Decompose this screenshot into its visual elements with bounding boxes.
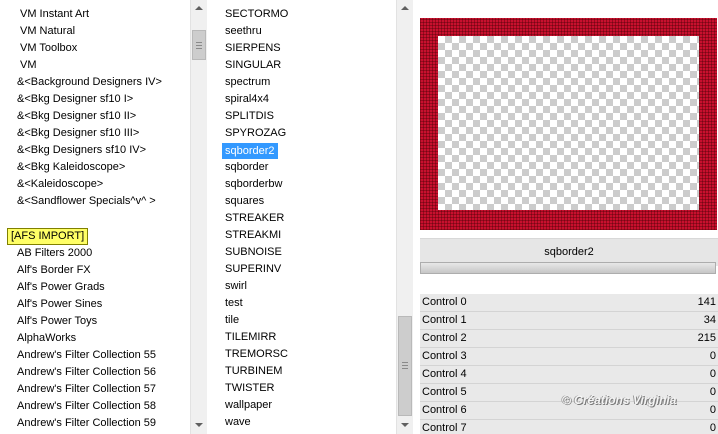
control-label: Control 1	[422, 314, 467, 326]
preview-progress-fill	[421, 263, 715, 273]
category-item[interactable]: VM Toolbox	[20, 40, 77, 57]
category-item[interactable]: AB Filters 2000	[17, 245, 92, 262]
control-row[interactable]: Control 7 0	[420, 420, 718, 434]
control-value[interactable]: 215	[698, 332, 716, 344]
control-value[interactable]: 141	[698, 296, 716, 308]
category-item[interactable]: &<Bkg Designer sf10 I>	[17, 91, 133, 108]
control-row[interactable]: Control 1 34	[420, 312, 718, 330]
category-scrollbar[interactable]	[190, 0, 207, 434]
filter-item[interactable]: SINGULAR	[225, 57, 281, 74]
preview-title: sqborder2	[544, 246, 594, 258]
category-item[interactable]: VM	[20, 57, 37, 74]
chevron-down-icon	[195, 423, 203, 427]
grip-line	[196, 45, 202, 46]
filter-scroll-down-button[interactable]	[397, 417, 413, 434]
filter-item[interactable]: tile	[225, 312, 239, 329]
category-item[interactable]: Andrew's Filter Collection 55	[17, 347, 156, 364]
category-item[interactable]: AlphaWorks	[17, 330, 76, 347]
category-item[interactable]: VM Natural	[20, 23, 75, 40]
controls-panel: Control 0 141 Control 1 34 Control 2 215 Contr…	[420, 294, 718, 434]
filter-item[interactable]: TREMORSC	[225, 346, 288, 363]
category-scroll-up-button[interactable]	[191, 0, 207, 17]
filter-item[interactable]: seethru	[225, 23, 262, 40]
control-row[interactable]: Control 3 0	[420, 348, 718, 366]
category-item[interactable]: &<Bkg Designers sf10 IV>	[17, 142, 146, 159]
control-label: Control 0	[422, 296, 467, 308]
control-label: Control 6	[422, 404, 467, 416]
category-item[interactable]: &<Bkg Kaleidoscope>	[17, 159, 125, 176]
category-item[interactable]: Andrew's Filter Collection 57	[17, 381, 156, 398]
category-item[interactable]: Alf's Border FX	[17, 262, 91, 279]
chevron-up-icon	[401, 6, 409, 10]
filter-item[interactable]: STREAKMI	[225, 227, 281, 244]
category-item[interactable]: VM Instant Art	[20, 6, 89, 23]
preview-image	[420, 18, 717, 230]
filter-item[interactable]: TURBINEM	[225, 363, 282, 380]
category-item[interactable]: &<Bkg Designer sf10 II>	[17, 108, 136, 125]
control-row[interactable]: Control 4 0	[420, 366, 718, 384]
category-item[interactable]: Andrew's Filter Collection 56	[17, 364, 156, 381]
filter-item[interactable]: SPYROZAG	[225, 125, 286, 142]
filter-item[interactable]: TILEMIRR	[225, 329, 276, 346]
category-item[interactable]: &<Bkg Designer sf10 III>	[17, 125, 139, 142]
category-item[interactable]: &<Kaleidoscope>	[17, 176, 103, 193]
filter-item[interactable]: SPLITDIS	[225, 108, 274, 125]
category-item[interactable]: Andrew's Filter Collection 59	[17, 415, 156, 432]
control-value[interactable]: 0	[710, 404, 716, 416]
control-row[interactable]: Control 0 141	[420, 294, 718, 312]
control-value[interactable]: 0	[710, 386, 716, 398]
category-item[interactable]: &<Sandflower Specials^v^ >	[17, 193, 156, 210]
control-label: Control 3	[422, 350, 467, 362]
category-item[interactable]: Alf's Power Sines	[17, 296, 102, 313]
category-item[interactable]: [AFS IMPORT]	[7, 228, 89, 245]
filter-item[interactable]: TWISTER	[225, 380, 275, 397]
filter-item[interactable]: swirl	[225, 278, 247, 295]
filter-item[interactable]: SECTORMO	[225, 6, 288, 23]
filter-item[interactable]: STREAKER	[225, 210, 284, 227]
grip-line	[196, 42, 202, 43]
control-value[interactable]: 34	[704, 314, 716, 326]
filter-list-panel: SECTORMO seethru SIERPENS SINGULAR spectrum s…	[213, 0, 413, 434]
filter-item[interactable]: sqborder	[225, 159, 268, 176]
filter-item[interactable]: sqborderbw	[225, 176, 282, 193]
category-list-panel: VM Instant Art VM Natural VM Toolbox VM &<Ba…	[0, 0, 210, 434]
preview-progress-bar	[420, 262, 716, 274]
category-scroll-down-button[interactable]	[191, 417, 207, 434]
control-label: Control 2	[422, 332, 467, 344]
grip-line	[402, 368, 408, 369]
filter-item[interactable]: wallpaper	[225, 397, 272, 414]
control-label: Control 5	[422, 386, 467, 398]
control-row[interactable]: Control 2 215	[420, 330, 718, 348]
watermark: © Créations Virginia	[562, 393, 677, 407]
category-item[interactable]: Andrew's Filter Collection 58	[17, 398, 156, 415]
filter-item[interactable]: spectrum	[225, 74, 270, 91]
filter-item[interactable]: spiral4x4	[225, 91, 269, 108]
category-item[interactable]: &<Background Designers IV>	[17, 74, 162, 91]
filter-item[interactable]: SUBNOISE	[225, 244, 282, 261]
filter-item[interactable]: SUPERINV	[225, 261, 281, 278]
grip-line	[402, 365, 408, 366]
filter-scroll-up-button[interactable]	[397, 0, 413, 17]
filter-item[interactable]: sqborder2	[222, 143, 278, 159]
chevron-up-icon	[195, 6, 203, 10]
control-label: Control 7	[422, 422, 467, 434]
control-value[interactable]: 0	[710, 422, 716, 434]
control-value[interactable]: 0	[710, 350, 716, 362]
control-value[interactable]: 0	[710, 368, 716, 380]
control-label: Control 4	[422, 368, 467, 380]
chevron-down-icon	[401, 423, 409, 427]
filter-scroll-thumb[interactable]	[398, 316, 412, 416]
filter-item[interactable]: SIERPENS	[225, 40, 281, 57]
category-scroll-thumb[interactable]	[192, 30, 206, 60]
filter-item[interactable]: squares	[225, 193, 264, 210]
category-item[interactable]: Alf's Power Grads	[17, 279, 105, 296]
grip-line	[196, 48, 202, 49]
category-item[interactable]: Alf's Power Toys	[17, 313, 97, 330]
filter-item[interactable]: wave	[225, 414, 251, 431]
filter-scrollbar[interactable]	[396, 0, 413, 434]
transparency-checkerboard	[438, 36, 699, 210]
grip-line	[402, 362, 408, 363]
filter-item[interactable]: test	[225, 295, 243, 312]
